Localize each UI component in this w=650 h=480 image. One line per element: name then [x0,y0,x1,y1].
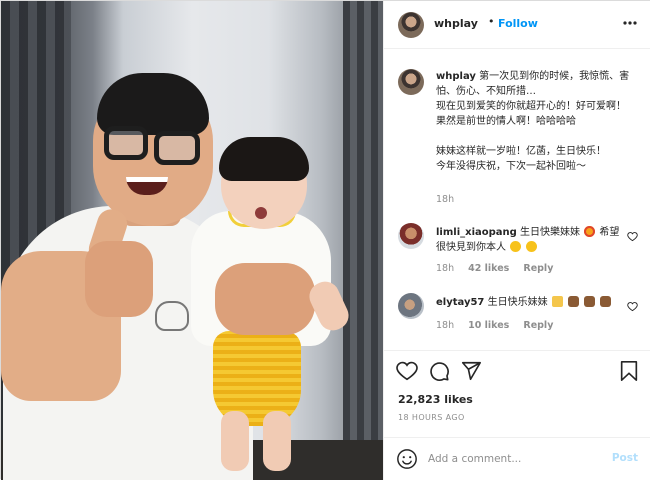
shirt-print [155,301,189,331]
separator-dot: • [488,15,495,28]
smile-icon[interactable] [396,448,418,470]
caption-line-3: 果然是前世的情人啊！哈哈哈哈 [436,116,576,127]
baby-leg-left [221,411,249,471]
like-comment-heart-icon[interactable] [627,231,638,242]
post-header: whplay • Follow [384,1,650,49]
caption-text: whplay 第一次见到你的时候，我惊慌、害怕、伤心、不知所措… 现在见到爱笑的… [436,69,642,174]
baby-hair [219,137,309,181]
heart-eyes-emoji-icon [584,226,596,237]
comment-input[interactable] [428,449,598,469]
comment-text: elytay57 生日快乐妹妹 [436,295,622,310]
comment-likes[interactable]: 42 likes [468,263,509,274]
comment-meta: 18h 42 likes Reply [436,263,564,274]
baby-mouth [255,207,267,219]
man-fist [85,241,153,317]
reply-button[interactable]: Reply [523,263,553,274]
glasses-left-lens [104,126,148,160]
avatar[interactable] [398,293,424,319]
posted-time[interactable]: 18 HOURS AGO [398,413,465,422]
caption-line-4: 妹妹这样就一岁啦！亿菡，生日快乐！ [436,146,606,157]
avatar[interactable] [398,223,424,249]
share-icon[interactable] [460,360,482,382]
post-button[interactable]: Post [612,452,638,464]
baby-leg-right [263,411,291,471]
comment-username[interactable]: limli_xiaopang [436,227,517,238]
comment-username[interactable]: elytay57 [436,297,484,308]
avatar[interactable] [398,69,424,95]
header-username[interactable]: whplay [434,17,478,30]
comment-meta: 18h 10 likes Reply [436,320,564,331]
caption-line-2: 现在见到爱笑的你就超开心的！好可爱啊！ [436,101,626,112]
post-side-panel: whplay • Follow whplay 第一次见到你的时候，我惊慌、害怕、… [383,1,650,480]
laughing-emoji-icon [510,241,522,252]
reply-button[interactable]: Reply [523,320,553,331]
comment-body: 生日快樂妹妹 [520,227,580,238]
cake-emoji-icon [600,296,612,307]
add-comment-bar: Post [384,437,650,480]
likes-count[interactable]: 22,823 likes [398,393,473,406]
cake-emoji-icon [551,296,563,307]
avatar[interactable] [398,12,424,38]
post-photo[interactable] [1,1,383,480]
laughing-emoji-icon [526,241,538,252]
comment-time[interactable]: 18h [436,263,454,274]
more-icon[interactable] [622,15,638,31]
glasses-right-lens [154,131,200,165]
comment-text: limli_xiaopang 生日快樂妹妹 希望很快見到你本人 [436,225,622,255]
cake-emoji-icon [584,296,596,307]
like-comment-heart-icon[interactable] [627,301,638,312]
curtain-right [343,1,383,480]
follow-button[interactable]: Follow [498,17,538,30]
comment-likes[interactable]: 10 likes [468,320,509,331]
comment-icon[interactable] [428,360,450,382]
caption-line-5: 今年没得庆祝，下次一起补回啦～ [436,161,586,172]
man-hand-holding-baby [215,263,315,335]
instagram-post: whplay • Follow whplay 第一次见到你的时候，我惊慌、害怕、… [0,0,650,480]
bookmark-icon[interactable] [618,360,640,382]
comment-time[interactable]: 18h [436,320,454,331]
caption-timestamp[interactable]: 18h [436,194,454,205]
cake-emoji-icon [567,296,579,307]
action-bar [384,350,650,390]
comment-body: 生日快乐妹妹 [487,297,548,308]
heart-icon[interactable] [396,360,418,382]
caption-username[interactable]: whplay [436,71,476,82]
